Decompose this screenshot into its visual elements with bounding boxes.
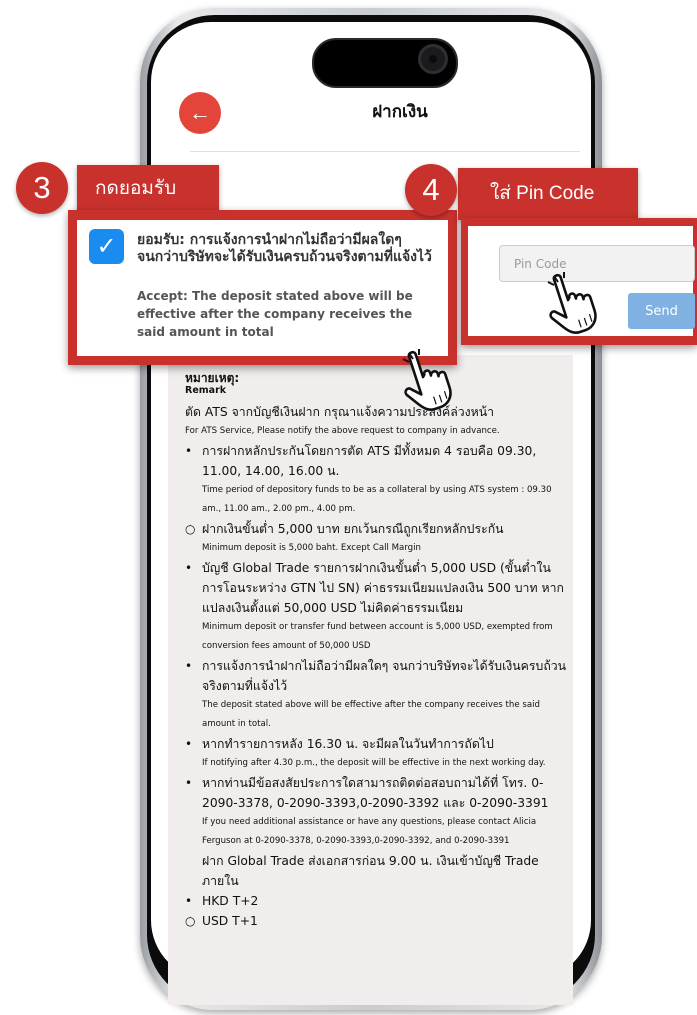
bullet-icon: • [185, 737, 193, 751]
list-item-text: หากท่านมีข้อสงสัยประการใดสามารถติดต่อสอบ… [202, 776, 549, 810]
list-item: ฝาก Global Trade ส่งเอกสารก่อน 9.00 น. เ… [185, 851, 570, 891]
send-button[interactable]: Send [628, 293, 695, 329]
check-icon: ✓ [96, 232, 117, 260]
list-item-text: ฝากเงินขั้นต่ำ 5,000 บาท ยกเว้นกรณีถูกเร… [202, 522, 504, 536]
bullet-icon: ○ [185, 522, 196, 536]
bullet-icon: • [185, 776, 193, 790]
back-button[interactable]: ← [179, 92, 221, 134]
step-4-label: ใส่ Pin Code [458, 168, 638, 220]
bullet-icon: • [185, 659, 193, 673]
remarks-list: หมายเหตุ: Remark ตัด ATS จากบัญชีเงินฝาก… [168, 355, 570, 931]
hand-pointer-icon [547, 272, 597, 334]
step-3-badge: 3 [16, 162, 68, 214]
list-item-text: หากทำรายการหลัง 16.30 น. จะมีผลในวันทำกา… [202, 737, 494, 751]
list-item-text: ฝาก Global Trade ส่งเอกสารก่อน 9.00 น. เ… [202, 854, 539, 888]
hand-pointer-icon [402, 349, 452, 411]
header-divider [190, 151, 580, 152]
list-item-text-en: If notifying after 4.30 p.m., the deposi… [202, 758, 546, 768]
accept-text-en: Accept: The deposit stated above will be… [137, 289, 413, 339]
bullet-icon: ○ [185, 914, 196, 928]
list-item: ○ ฝากเงินขั้นต่ำ 5,000 บาท ยกเว้นกรณีถูก… [185, 519, 570, 558]
list-item: • การแจ้งการนำฝากไม่ถือว่ามีผลใดๆ จนกว่า… [185, 656, 570, 734]
camera-icon [418, 44, 448, 74]
list-item-text-en: The deposit stated above will be effecti… [202, 700, 540, 729]
list-item-text-en: If you need additional assistance or hav… [202, 817, 537, 846]
list-item-text-en: Minimum deposit is 5,000 baht. Except Ca… [202, 543, 421, 553]
list-item: • บัญชี Global Trade รายการฝากเงินขั้นต่… [185, 558, 570, 656]
step-3-label-text: กดยอมรับ [95, 178, 177, 199]
arrow-left-icon: ← [189, 100, 211, 125]
list-item-text: การฝากหลักประกันโดยการตัด ATS มีทั้งหมด … [202, 444, 537, 478]
list-item-text-en: Minimum deposit or transfer fund between… [202, 622, 553, 651]
bullet-icon: • [185, 444, 193, 458]
list-item-text: บัญชี Global Trade รายการฝากเงินขั้นต่ำ … [202, 561, 564, 615]
list-item: • หากท่านมีข้อสงสัยประการใดสามารถติดต่อส… [185, 773, 570, 851]
list-item-text: USD T+1 [202, 914, 258, 928]
remarks-panel: หมายเหตุ: Remark ตัด ATS จากบัญชีเงินฝาก… [168, 355, 573, 1005]
page-title: ฝากเงิน [372, 102, 428, 122]
remarks-title-en: Remark [185, 385, 227, 396]
list-item-text: HKD T+2 [202, 894, 259, 908]
list-item-text-en: For ATS Service, Please notify the above… [185, 426, 500, 436]
bullet-icon: • [185, 894, 193, 908]
accept-text: ยอมรับ: การแจ้งการนำฝากไม่ถือว่ามีผลใดๆ … [137, 232, 432, 265]
remarks-title: หมายเหตุ: [185, 371, 240, 385]
step-4-badge: 4 [405, 164, 457, 216]
list-item: ตัด ATS จากบัญชีเงินฝาก กรุณาแจ้งความประ… [185, 402, 570, 441]
list-item-text-en: Time period of depository funds to be as… [202, 485, 552, 514]
list-item: • HKD T+2 [185, 891, 570, 911]
list-item-text: การแจ้งการนำฝากไม่ถือว่ามีผลใดๆ จนกว่าบร… [202, 659, 567, 693]
step-3-label: กดยอมรับ [77, 165, 219, 213]
list-item: • หากทำรายการหลัง 16.30 น. จะมีผลในวันทำ… [185, 734, 570, 773]
bullet-icon: • [185, 561, 193, 575]
step-4-label-text: ใส่ Pin Code [490, 183, 595, 204]
list-item-text: ตัด ATS จากบัญชีเงินฝาก กรุณาแจ้งความประ… [185, 405, 495, 419]
accept-checkbox[interactable]: ✓ [89, 229, 124, 264]
list-item: • การฝากหลักประกันโดยการตัด ATS มีทั้งหม… [185, 441, 570, 519]
list-item: ○ USD T+1 [185, 911, 570, 931]
